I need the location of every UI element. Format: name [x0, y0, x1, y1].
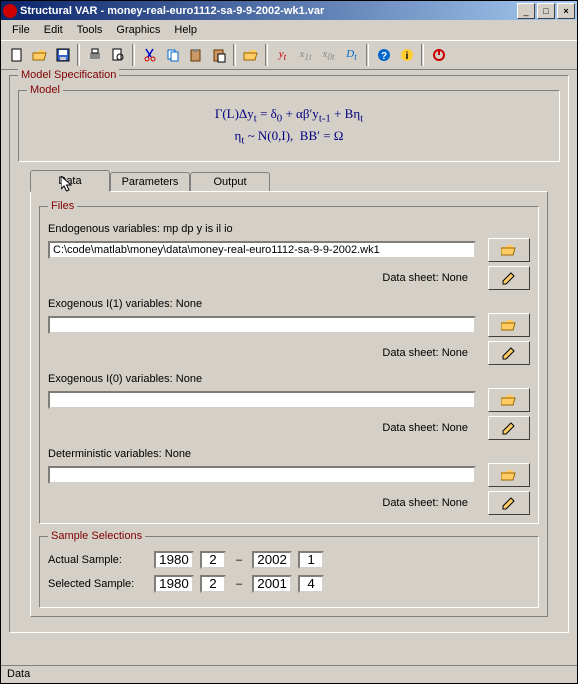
info-icon[interactable]: i [395, 44, 418, 66]
selected-year1[interactable] [154, 575, 194, 593]
files-legend: Files [48, 200, 77, 212]
toolbar: yt x1t x0t Dt ? i [1, 40, 577, 70]
endo-browse-button[interactable] [488, 238, 530, 262]
exo0-sheet-text: Data sheet: None [382, 422, 468, 434]
exo0-label: Exogenous I(0) variables: None [48, 373, 530, 385]
help-icon[interactable]: ? [372, 44, 395, 66]
status-bar: Data [1, 665, 577, 683]
files-fieldset: Files Endogenous variables: mp dp y is i… [39, 206, 539, 524]
exo0-edit-button[interactable] [488, 416, 530, 440]
close-button[interactable]: × [557, 3, 575, 19]
selected-year2[interactable] [252, 575, 292, 593]
x0t-icon[interactable]: x0t [317, 44, 340, 66]
save-icon[interactable] [51, 44, 74, 66]
tab-panel: Files Endogenous variables: mp dp y is i… [30, 191, 548, 617]
new-icon[interactable] [5, 44, 28, 66]
equation-display: Γ(L)Δyt = δ0 + αβ′yt-1 + Bηt ηt ~ N(0,I)… [27, 99, 551, 153]
paste-icon[interactable] [184, 44, 207, 66]
actual-period1[interactable] [200, 551, 226, 569]
titlebar: Structural VAR - money-real-euro1112-sa-… [1, 1, 577, 20]
endo-sheet-text: Data sheet: None [382, 272, 468, 284]
model-specification-fieldset: Model Specification Model Γ(L)Δyt = δ0 +… [9, 75, 569, 633]
status-text: Data [7, 668, 30, 680]
folder-icon[interactable] [239, 44, 262, 66]
exo1-label: Exogenous I(1) variables: None [48, 298, 530, 310]
endo-label: Endogenous variables: mp dp y is il io [48, 223, 530, 235]
det-label: Deterministic variables: None [48, 448, 530, 460]
yt-icon[interactable]: yt [271, 44, 294, 66]
menu-edit[interactable]: Edit [37, 22, 70, 38]
svg-text:?: ? [380, 51, 386, 62]
minimize-button[interactable]: _ [517, 3, 535, 19]
tab-data[interactable]: Data [30, 170, 110, 192]
model-fieldset: Model Γ(L)Δyt = δ0 + αβ′yt-1 + Bηt ηt ~ … [18, 90, 560, 162]
actual-year2[interactable] [252, 551, 292, 569]
menubar: File Edit Tools Graphics Help [1, 20, 577, 40]
endo-field[interactable] [48, 241, 476, 259]
actual-year1[interactable] [154, 551, 194, 569]
svg-text:i: i [405, 51, 408, 62]
det-browse-button[interactable] [488, 463, 530, 487]
det-edit-button[interactable] [488, 491, 530, 515]
exo1-edit-button[interactable] [488, 341, 530, 365]
selected-period2[interactable] [298, 575, 324, 593]
open-icon[interactable] [28, 44, 51, 66]
model-spec-legend: Model Specification [18, 69, 119, 81]
app-icon [3, 4, 17, 18]
actual-period2[interactable] [298, 551, 324, 569]
menu-tools[interactable]: Tools [70, 22, 110, 38]
selected-period1[interactable] [200, 575, 226, 593]
power-icon[interactable] [427, 44, 450, 66]
tab-strip: Data Parameters Output [30, 170, 560, 192]
exo0-field[interactable] [48, 391, 476, 409]
det-field[interactable] [48, 466, 476, 484]
copy-icon[interactable] [161, 44, 184, 66]
menu-file[interactable]: File [5, 22, 37, 38]
x1t-icon[interactable]: x1t [294, 44, 317, 66]
exo0-browse-button[interactable] [488, 388, 530, 412]
selected-sample-label: Selected Sample: [48, 578, 148, 590]
cut-icon[interactable] [138, 44, 161, 66]
tab-output[interactable]: Output [190, 172, 270, 192]
endo-edit-button[interactable] [488, 266, 530, 290]
menu-graphics[interactable]: Graphics [109, 22, 167, 38]
sample-legend: Sample Selections [48, 530, 145, 542]
maximize-button[interactable]: □ [537, 3, 555, 19]
print-icon[interactable] [83, 44, 106, 66]
menu-help[interactable]: Help [167, 22, 204, 38]
model-legend: Model [27, 84, 63, 96]
sample-fieldset: Sample Selections Actual Sample: – Selec… [39, 536, 539, 608]
exo1-sheet-text: Data sheet: None [382, 347, 468, 359]
det-sheet-text: Data sheet: None [382, 497, 468, 509]
actual-sample-label: Actual Sample: [48, 554, 148, 566]
preview-icon[interactable] [106, 44, 129, 66]
exo1-field[interactable] [48, 316, 476, 334]
dt-icon[interactable]: Dt [340, 44, 363, 66]
exo1-browse-button[interactable] [488, 313, 530, 337]
tab-parameters[interactable]: Parameters [110, 172, 190, 192]
window-title: Structural VAR - money-real-euro1112-sa-… [20, 5, 515, 17]
paste-special-icon[interactable] [207, 44, 230, 66]
